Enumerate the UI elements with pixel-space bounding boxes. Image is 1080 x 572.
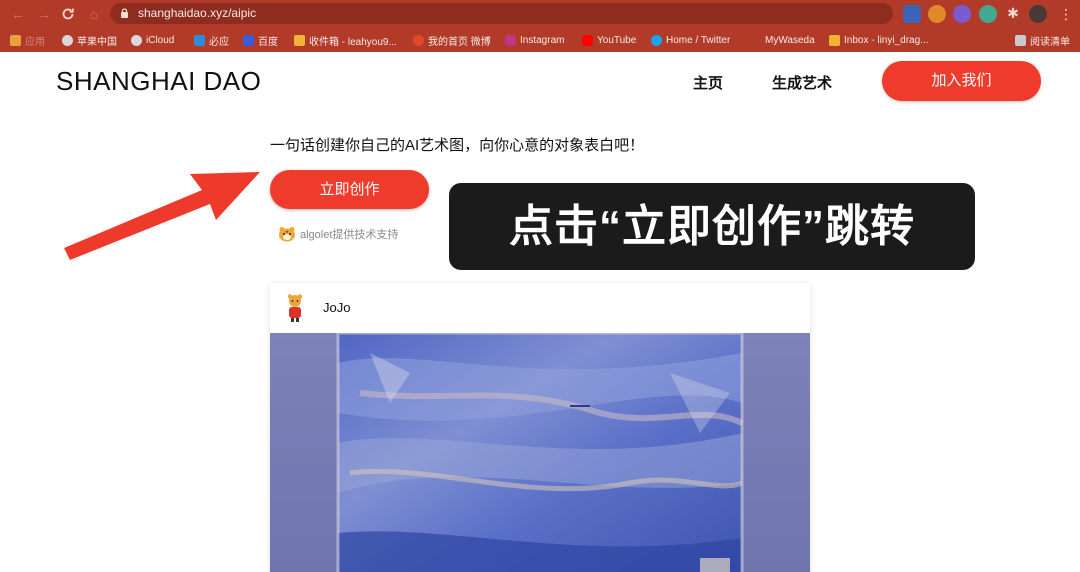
bookmark-youtube[interactable]: YouTube xyxy=(582,33,636,47)
bookmark-instagram[interactable]: Instagram xyxy=(505,33,564,47)
gmail-icon xyxy=(294,34,305,46)
artwork-image[interactable] xyxy=(270,333,810,572)
puzzle-icon[interactable]: ✱ xyxy=(1004,5,1022,23)
nav-generative-art[interactable]: 生成艺术 xyxy=(772,72,832,93)
profile-avatar[interactable] xyxy=(1029,5,1047,23)
bookmarks-bar: 应用 苹果中国 iCloud 必应 百度 收件箱 - leahyou9... 我… xyxy=(0,28,1080,52)
bookmark-twitter[interactable]: Home / Twitter xyxy=(651,33,730,47)
weibo-icon xyxy=(413,34,424,46)
bookmark-reading-list[interactable]: 阅读清单 xyxy=(1015,33,1070,48)
reading-list-icon xyxy=(1015,34,1026,46)
home-icon[interactable]: ⌂ xyxy=(84,4,104,24)
bookmark-gmail[interactable]: 收件箱 - leahyou9... xyxy=(294,33,397,48)
tiger-icon xyxy=(279,227,295,242)
lock-icon xyxy=(121,8,128,18)
hero-tagline: 一句话创建你自己的AI艺术图，向你心意的对象表白吧！ xyxy=(270,137,645,154)
card-username[interactable]: JoJo xyxy=(323,300,350,315)
red-arrow-annotation xyxy=(64,172,260,260)
apps-icon xyxy=(10,34,21,46)
create-now-button[interactable]: 立即创作 xyxy=(270,170,429,209)
menu-icon[interactable]: ⋮ xyxy=(1056,4,1076,24)
nav-home[interactable]: 主页 xyxy=(693,72,723,93)
bookmark-bing[interactable]: 必应 xyxy=(194,33,229,48)
instruction-callout: 点击“立即创作”跳转 xyxy=(449,183,975,270)
bookmark-inbox[interactable]: Inbox - linyi_drag... xyxy=(829,33,929,47)
apple-icon xyxy=(62,34,73,46)
tech-support-credit: algolet提供技术支持 xyxy=(278,226,398,242)
back-icon[interactable]: ← xyxy=(8,4,28,24)
gmail-icon xyxy=(829,34,840,46)
twitter-icon xyxy=(651,34,662,46)
extension-icon-2[interactable] xyxy=(953,5,971,23)
address-bar[interactable]: shanghaidao.xyz/aipic xyxy=(110,3,893,24)
youtube-icon xyxy=(582,34,593,46)
forward-icon[interactable]: → xyxy=(34,4,54,24)
artwork-painting xyxy=(270,333,810,572)
address-row: ← → ⌂ shanghaidao.xyz/aipic ✱ ⋮ xyxy=(0,0,1080,28)
metamask-icon[interactable] xyxy=(928,5,946,23)
join-us-button[interactable]: 加入我们 xyxy=(882,61,1041,101)
support-text: algolet提供技术支持 xyxy=(300,229,399,241)
browser-chrome: ← → ⌂ shanghaidao.xyz/aipic ✱ ⋮ 应用 苹果中国 … xyxy=(0,0,1080,52)
bookmark-icloud[interactable]: iCloud xyxy=(131,33,174,47)
extension-icon-3[interactable] xyxy=(979,5,997,23)
reload-icon[interactable] xyxy=(58,4,78,24)
extension-icon-1[interactable] xyxy=(903,5,921,23)
bookmark-weibo[interactable]: 我的首页 微博 xyxy=(413,33,491,48)
url-text: shanghaidao.xyz/aipic xyxy=(138,6,257,20)
apple-icon xyxy=(131,34,142,46)
instagram-icon xyxy=(505,34,516,46)
bookmark-baidu[interactable]: 百度 xyxy=(243,33,278,48)
bookmark-mywaseda[interactable]: MyWaseda xyxy=(750,33,815,47)
bookmark-apple-china[interactable]: 苹果中国 xyxy=(62,33,117,48)
baidu-icon xyxy=(243,34,254,46)
bing-icon xyxy=(194,34,205,46)
site-logo[interactable]: SHANGHAI DAO xyxy=(56,66,261,97)
user-avatar xyxy=(287,294,303,322)
waseda-icon xyxy=(750,34,761,46)
bookmark-apps[interactable]: 应用 xyxy=(10,33,45,48)
